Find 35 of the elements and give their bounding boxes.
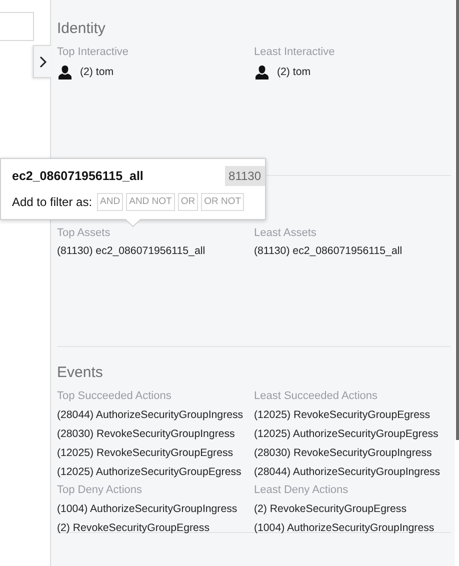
input-field[interactable] — [0, 12, 34, 41]
expand-button[interactable] — [33, 45, 51, 78]
list-entry[interactable]: (28030) RevokeSecurityGroupIngress — [57, 428, 235, 440]
column-label: Least Succeeded Actions — [254, 389, 379, 404]
column-label: Top Interactive — [57, 45, 130, 60]
chevron-right-icon — [38, 56, 46, 68]
user-icon — [255, 64, 269, 80]
column-label: Top Succeeded Actions — [57, 389, 172, 404]
list-entry[interactable]: (12025) AuthorizeSecurityGroupEgress — [57, 466, 242, 478]
column-label: Top Deny Actions — [57, 483, 143, 498]
list-entry[interactable]: (81130) ec2_086071956115_all — [254, 244, 402, 256]
list-entry[interactable]: (1004) AuthorizeSecurityGroupIngress — [254, 522, 434, 534]
scrollbar-thumb[interactable] — [456, 0, 459, 440]
list-entry[interactable]: (1004) AuthorizeSecurityGroupIngress — [57, 502, 238, 514]
list-entry[interactable]: (2) RevokeSecurityGroupEgress — [254, 502, 406, 514]
section-heading: Events — [57, 363, 104, 383]
list-entry[interactable]: (2) tom — [80, 66, 114, 78]
column-label: Least Deny Actions — [254, 483, 350, 498]
column-label: Least Assets — [254, 226, 318, 241]
list-entry[interactable]: (2) tom — [277, 66, 311, 78]
list-entry[interactable]: (12025) AuthorizeSecurityGroupEgress — [254, 428, 438, 440]
list-entry[interactable]: (28044) AuthorizeSecurityGroupIngress — [254, 466, 440, 478]
column-label: Top Assets — [57, 226, 112, 241]
list-entry[interactable]: (81130) ec2_086071956115_all — [57, 244, 206, 256]
filter-label: Add to filter as: — [12, 195, 92, 209]
list-entry[interactable]: (12025) RevokeSecurityGroupEgress — [57, 446, 234, 458]
list-entry[interactable]: (28044) AuthorizeSecurityGroupIngress — [57, 408, 244, 420]
popup-title: ec2_086071956115_all — [12, 169, 144, 183]
list-entry[interactable]: (12025) RevokeSecurityGroupEgress — [254, 408, 430, 420]
list-entry[interactable]: (2) RevokeSecurityGroupEgress — [57, 522, 210, 534]
count-badge: 81130 — [224, 166, 265, 186]
section-heading: Identity — [57, 19, 106, 39]
list-entry[interactable]: (28030) RevokeSecurityGroupIngress — [254, 446, 432, 458]
user-icon — [58, 64, 72, 80]
column-label: Least Interactive — [254, 45, 336, 60]
